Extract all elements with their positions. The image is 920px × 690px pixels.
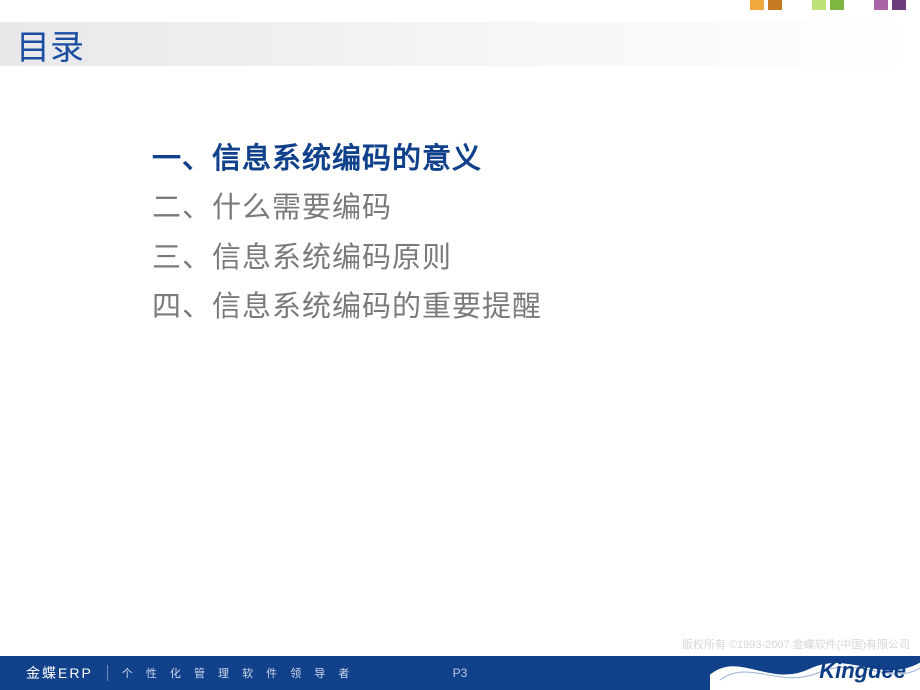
decor-square [750, 0, 764, 10]
toc-item-1: 一、信息系统编码的意义 [152, 135, 542, 184]
decor-square [892, 0, 906, 10]
decor-square [830, 0, 844, 10]
decor-group-2 [812, 0, 844, 10]
table-of-contents: 一、信息系统编码的意义 二、什么需要编码 三、信息系统编码原则 四、信息系统编码… [152, 135, 542, 332]
brand-tagline: 个 性 化 管 理 软 件 领 导 者 [122, 665, 355, 681]
decor-square [768, 0, 782, 10]
title-bar: 目录 [0, 22, 920, 66]
page-number: P3 [453, 666, 468, 680]
decor-square [874, 0, 888, 10]
decor-group-3 [874, 0, 906, 10]
footer-divider [107, 665, 108, 681]
logo-area: Kingdee [740, 640, 920, 690]
decor-group-1 [750, 0, 782, 10]
toc-item-2: 二、什么需要编码 [152, 184, 542, 233]
toc-item-3: 三、信息系统编码原则 [152, 234, 542, 283]
brand-name: 金蝶ERP [26, 663, 93, 683]
toc-item-4: 四、信息系统编码的重要提醒 [152, 283, 542, 332]
footer-left: 金蝶ERP 个 性 化 管 理 软 件 领 导 者 [0, 663, 354, 683]
page-title: 目录 [16, 20, 84, 69]
top-decoration [750, 0, 906, 10]
brand-logo: Kingdee [819, 658, 906, 684]
decor-square [812, 0, 826, 10]
